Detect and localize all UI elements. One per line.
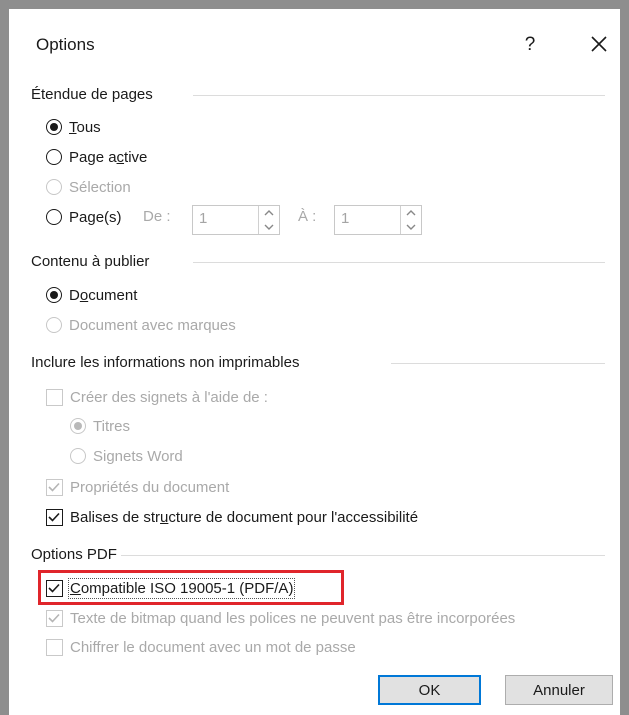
radio-document-markup-label: Document avec marques <box>69 316 236 334</box>
checkbox-structure-tags-label: Balises de structure de document pour l'… <box>70 508 419 526</box>
radio-document[interactable]: Document <box>46 284 137 306</box>
page-range-header: Étendue de pages <box>31 86 153 103</box>
section-divider <box>193 95 605 96</box>
spin-down-icon[interactable] <box>259 220 279 234</box>
nonprint-header: Inclure les informations non imprimables <box>31 354 300 371</box>
radio-titles[interactable]: Titres <box>70 415 130 437</box>
content-header: Contenu à publier <box>31 253 150 270</box>
radio-icon <box>46 149 62 165</box>
to-page-value: 1 <box>341 210 350 227</box>
radio-icon <box>46 287 62 303</box>
checkbox-icon <box>46 478 63 496</box>
checkbox-icon <box>46 638 63 656</box>
help-button[interactable]: ? <box>518 31 542 59</box>
section-divider <box>193 262 605 263</box>
radio-icon <box>70 418 86 434</box>
radio-selection[interactable]: Sélection <box>46 176 131 198</box>
radio-icon <box>46 119 62 135</box>
checkbox-bitmap-text-label: Texte de bitmap quand les polices ne peu… <box>70 609 516 627</box>
radio-titles-label: Titres <box>93 417 130 435</box>
dialog-title: Options <box>36 35 95 54</box>
checkbox-create-bookmarks[interactable]: Créer des signets à l'aide de : <box>46 386 268 408</box>
radio-word-bookmarks[interactable]: Signets Word <box>70 445 183 467</box>
radio-word-bookmarks-label: Signets Word <box>93 447 183 465</box>
radio-active-page-label: Page active <box>69 148 148 166</box>
radio-pages[interactable]: Page(s) <box>46 206 122 228</box>
checkbox-encrypt[interactable]: Chiffrer le document avec un mot de pass… <box>46 636 356 658</box>
checkbox-icon <box>46 579 63 597</box>
checkbox-structure-tags[interactable]: Balises de structure de document pour l'… <box>46 506 418 528</box>
checkbox-iso-compatible-label: Compatible ISO 19005-1 (PDF/A) <box>67 577 296 599</box>
close-icon[interactable] <box>585 29 613 59</box>
checkbox-icon <box>46 609 63 627</box>
radio-icon <box>46 179 62 195</box>
radio-document-label: Document <box>69 286 138 304</box>
section-divider <box>391 363 605 364</box>
ok-button[interactable]: OK <box>378 675 481 705</box>
radio-icon <box>70 448 86 464</box>
pdf-options-header: Options PDF <box>31 546 117 563</box>
checkbox-bitmap-text[interactable]: Texte de bitmap quand les polices ne peu… <box>46 607 515 629</box>
checkbox-document-properties[interactable]: Propriétés du document <box>46 476 229 498</box>
to-label: À : <box>298 208 317 225</box>
from-page-spinner[interactable]: 1 <box>192 205 280 235</box>
checkbox-iso-compatible[interactable]: Compatible ISO 19005-1 (PDF/A) <box>46 577 296 599</box>
radio-icon <box>46 317 62 333</box>
radio-selection-label: Sélection <box>69 178 131 196</box>
radio-all-pages-label: Tous <box>69 118 101 136</box>
radio-icon <box>46 209 62 225</box>
radio-pages-label: Page(s) <box>69 208 122 226</box>
radio-document-markup[interactable]: Document avec marques <box>46 314 236 336</box>
from-label: De : <box>143 208 171 225</box>
checkbox-create-bookmarks-label: Créer des signets à l'aide de : <box>70 388 268 406</box>
spin-up-icon[interactable] <box>401 206 421 220</box>
spin-down-icon[interactable] <box>401 220 421 234</box>
section-divider <box>121 555 605 556</box>
radio-all-pages[interactable]: Tous <box>46 116 101 138</box>
checkbox-icon <box>46 508 63 526</box>
spin-up-icon[interactable] <box>259 206 279 220</box>
options-dialog: Options ? Étendue de pages Tous Page act… <box>0 0 629 715</box>
cancel-button[interactable]: Annuler <box>505 675 613 705</box>
to-page-spinner[interactable]: 1 <box>334 205 422 235</box>
radio-active-page[interactable]: Page active <box>46 146 147 168</box>
checkbox-icon <box>46 388 63 406</box>
checkbox-document-properties-label: Propriétés du document <box>70 478 230 496</box>
checkbox-encrypt-label: Chiffrer le document avec un mot de pass… <box>70 638 356 656</box>
from-page-value: 1 <box>199 210 208 227</box>
